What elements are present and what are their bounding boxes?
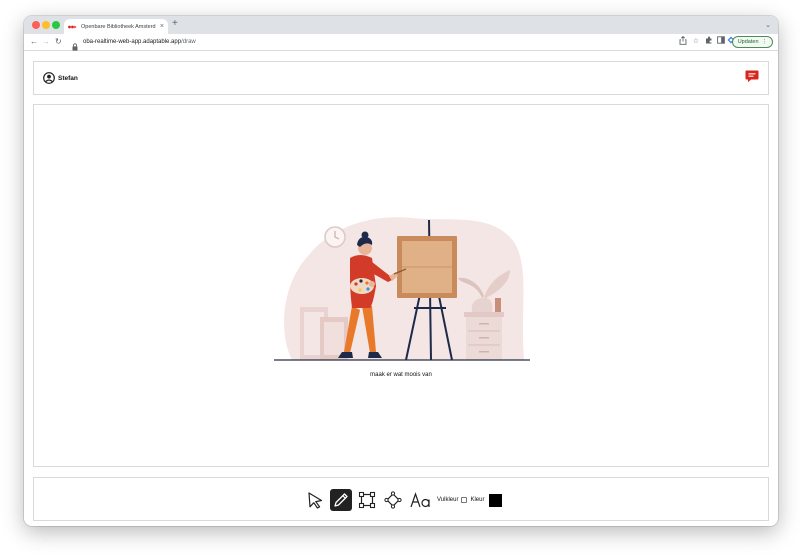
- chat-icon[interactable]: [745, 70, 759, 88]
- reload-icon[interactable]: ↻: [55, 37, 62, 47]
- close-window-button[interactable]: [32, 21, 40, 29]
- minimize-window-button[interactable]: [42, 21, 50, 29]
- page-content: Stefan maak er wat moois van Vulkleur Kl…: [24, 51, 778, 526]
- star-icon[interactable]: ☆: [693, 36, 699, 48]
- pencil-icon: [334, 493, 348, 507]
- url-path: /draw: [181, 39, 196, 45]
- text-tool-button[interactable]: [408, 489, 432, 511]
- update-button[interactable]: Updaten ⋮: [731, 36, 773, 48]
- drawing-toolbar: Vulkleur Kleur: [33, 477, 769, 521]
- tab-title: Openbare Bibliotheek Amsterd: [81, 23, 156, 30]
- select-icon: [308, 492, 323, 509]
- oba-favicon-icon: [68, 24, 77, 30]
- pencil-tool-button[interactable]: [330, 489, 352, 511]
- share-icon[interactable]: [679, 35, 687, 50]
- browser-toolbar: ← → ↻ oba-realtime-web-app.adaptable.app…: [24, 34, 778, 51]
- rectangle-tool-button[interactable]: [356, 489, 378, 511]
- update-label: Updaten: [737, 39, 759, 45]
- extensions-icon[interactable]: [705, 36, 713, 49]
- canvas-caption: maak er wat moois van: [370, 372, 432, 378]
- url-host: oba-realtime-web-app.adaptable.app: [83, 39, 182, 45]
- painter-illustration: [274, 217, 530, 361]
- text-icon: [410, 492, 430, 508]
- forward-arrow-icon[interactable]: →: [42, 37, 50, 47]
- rectangle-icon: [358, 491, 376, 509]
- color-swatch[interactable]: [489, 493, 503, 507]
- shape-icon: [384, 491, 402, 509]
- user-name: Stefan: [58, 75, 78, 82]
- back-arrow-icon[interactable]: ←: [30, 37, 38, 47]
- address-bar[interactable]: oba-realtime-web-app.adaptable.app/draw: [83, 38, 196, 47]
- tab-strip: Openbare Bibliotheek Amsterd × + ⌄: [24, 16, 778, 34]
- select-tool-button[interactable]: [304, 489, 326, 511]
- shape-tool-button[interactable]: [382, 489, 404, 511]
- tab-search-icon[interactable]: ⌄: [765, 21, 771, 29]
- user-avatar-icon[interactable]: [43, 71, 55, 89]
- fill-checkbox[interactable]: [461, 497, 468, 503]
- maximize-window-button[interactable]: [52, 21, 60, 29]
- sidepanel-icon[interactable]: [717, 36, 725, 49]
- browser-window: Openbare Bibliotheek Amsterd × + ⌄ ← → ↻…: [24, 16, 778, 526]
- new-tab-button[interactable]: +: [172, 19, 178, 29]
- app-header: Stefan: [33, 61, 769, 95]
- more-menu-icon[interactable]: ⋮: [762, 39, 768, 45]
- drawing-canvas[interactable]: maak er wat moois van: [33, 104, 769, 467]
- browser-tab[interactable]: Openbare Bibliotheek Amsterd ×: [64, 19, 168, 34]
- tab-close-icon[interactable]: ×: [160, 23, 164, 30]
- color-label: Kleur: [470, 497, 485, 503]
- fill-color-label: Vulkleur: [437, 497, 459, 503]
